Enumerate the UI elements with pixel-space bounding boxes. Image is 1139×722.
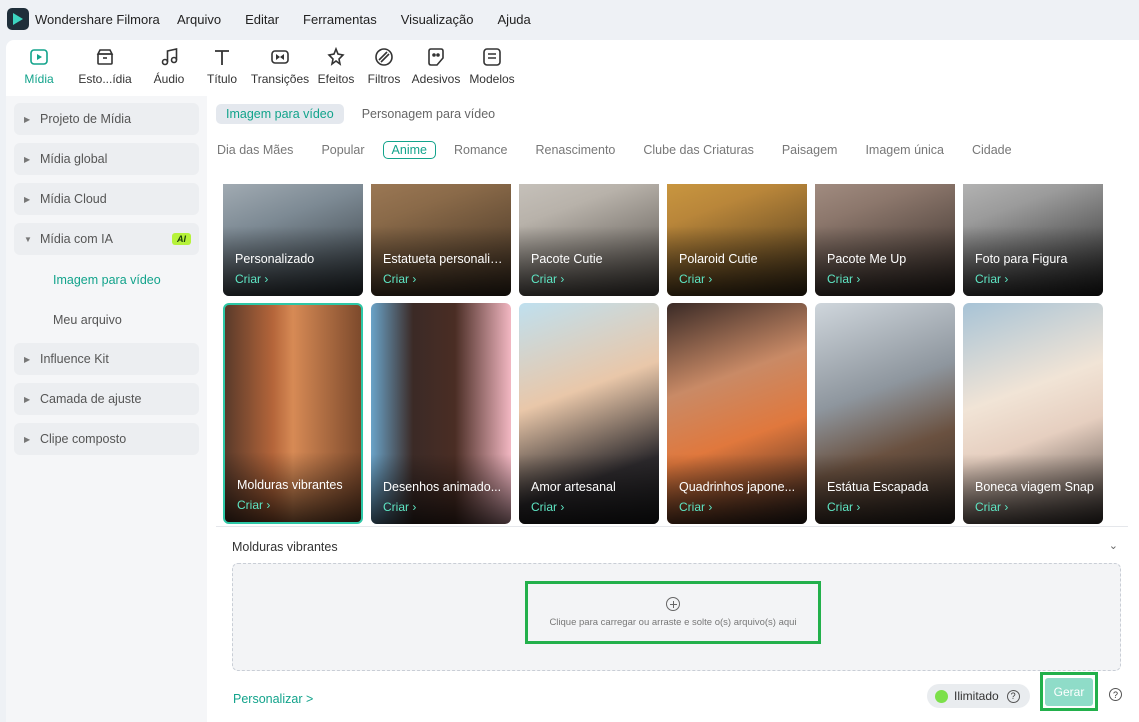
main-panel: Imagem para vídeo Personagem para vídeo …: [207, 96, 1139, 722]
chevron-right-icon: ▶: [24, 394, 31, 404]
tool-audio[interactable]: Áudio: [144, 40, 194, 96]
generation-panel: Molduras vibrantes ⌄ Clique para carrega…: [216, 526, 1128, 722]
template-grid: Personalizado Criar › Estatueta personal…: [223, 184, 1105, 524]
chevron-right-icon: ▶: [24, 434, 31, 444]
sidebar: ▶ Projeto de Mídia ▶ Mídia global ▶ Mídi…: [6, 96, 207, 722]
menu-editar[interactable]: Editar: [245, 12, 279, 27]
template-card-estatueta[interactable]: Estatueta personaliz... Criar ›: [371, 184, 511, 296]
template-card-boneca-viagem-snap[interactable]: Boneca viagem Snap Criar ›: [963, 303, 1103, 524]
template-card-estatua-escapada[interactable]: Estátua Escapada Criar ›: [815, 303, 955, 524]
tool-filters[interactable]: Filtros: [362, 40, 406, 96]
templates-icon: [481, 46, 503, 68]
tab-imagem-para-video[interactable]: Imagem para vídeo: [216, 104, 344, 124]
category-paisagem[interactable]: Paisagem: [782, 143, 838, 157]
filmora-logo-icon: [7, 8, 29, 30]
text-t-icon: [211, 46, 233, 68]
sidebar-item-clipe-composto[interactable]: ▶ Clipe composto: [14, 423, 199, 455]
music-note-icon: [158, 46, 180, 68]
template-card-polaroid-cutie[interactable]: Polaroid Cutie Criar ›: [667, 184, 807, 296]
sidebar-item-camada-de-ajuste[interactable]: ▶ Camada de ajuste: [14, 383, 199, 415]
template-card-personalizado[interactable]: Personalizado Criar ›: [223, 184, 363, 296]
template-card-pacote-cutie[interactable]: Pacote Cutie Criar ›: [519, 184, 659, 296]
sidebar-subitem-imagem-para-video[interactable]: Imagem para vídeo: [53, 273, 161, 287]
tab-personagem-para-video[interactable]: Personagem para vídeo: [352, 104, 505, 124]
chevron-down-icon[interactable]: ⌄: [1109, 539, 1118, 552]
category-anime[interactable]: Anime: [382, 141, 436, 159]
sidebar-item-midia-com-ia[interactable]: ▼ Mídia com IA AI: [14, 223, 199, 255]
category-popular[interactable]: Popular: [321, 143, 364, 157]
chevron-right-icon: ▶: [24, 154, 31, 164]
ai-badge: AI: [172, 233, 191, 245]
tool-stock-media[interactable]: Esto...ídia: [70, 40, 140, 96]
template-card-amor-artesanal[interactable]: Amor artesanal Criar ›: [519, 303, 659, 524]
template-card-quadrinhos-japoneses[interactable]: Quadrinhos japone... Criar ›: [667, 303, 807, 524]
menu-bar: Arquivo Editar Ferramentas Visualização …: [177, 12, 555, 27]
tool-effects[interactable]: Efeitos: [314, 40, 358, 96]
stock-media-icon: [94, 46, 116, 68]
help-icon[interactable]: ?: [1109, 688, 1122, 701]
effects-icon: [325, 46, 347, 68]
chevron-right-icon: ▶: [24, 194, 31, 204]
menu-ferramentas[interactable]: Ferramentas: [303, 12, 377, 27]
category-bar: Dia das Mães Popular Anime Romance Renas…: [217, 141, 1040, 159]
filters-icon: [373, 46, 395, 68]
transitions-icon: [269, 46, 291, 68]
credit-badge[interactable]: Ilimitado ?: [927, 684, 1030, 708]
upload-hint: Clique para carregar ou arraste e solte …: [549, 617, 797, 628]
question-icon[interactable]: ?: [1006, 689, 1020, 703]
stickers-icon: [425, 46, 447, 68]
category-clube-das-criaturas[interactable]: Clube das Criaturas: [643, 143, 753, 157]
menu-visualizacao[interactable]: Visualização: [401, 12, 474, 27]
upload-area[interactable]: Clique para carregar ou arraste e solte …: [525, 581, 821, 644]
sidebar-item-midia-global[interactable]: ▶ Mídia global: [14, 143, 199, 175]
category-dia-das-maes[interactable]: Dia das Mães: [217, 143, 293, 157]
mode-tabs: Imagem para vídeo Personagem para vídeo: [216, 104, 505, 124]
tool-transitions[interactable]: Transições: [250, 40, 310, 96]
template-card-molduras-vibrantes[interactable]: Molduras vibrantes Criar ›: [223, 303, 363, 524]
menu-arquivo[interactable]: Arquivo: [177, 12, 221, 27]
sidebar-subitem-meu-arquivo[interactable]: Meu arquivo: [53, 313, 122, 327]
chevron-down-icon: ▼: [24, 234, 32, 244]
title-bar: Wondershare Filmora Arquivo Editar Ferra…: [0, 0, 1139, 38]
tool-title[interactable]: Título: [198, 40, 246, 96]
plus-circle-icon: [666, 597, 680, 611]
upload-dropzone[interactable]: Clique para carregar ou arraste e solte …: [232, 563, 1121, 671]
chevron-right-icon: ▶: [24, 354, 31, 364]
sidebar-item-influence-kit[interactable]: ▶ Influence Kit: [14, 343, 199, 375]
template-card-pacote-me-up[interactable]: Pacote Me Up Criar ›: [815, 184, 955, 296]
app-title: Wondershare Filmora: [35, 11, 160, 27]
category-cidade[interactable]: Cidade: [972, 143, 1012, 157]
panel-title: Molduras vibrantes: [232, 540, 338, 554]
category-imagem-unica[interactable]: Imagem única: [865, 143, 944, 157]
main-toolbar: Mídia Esto...ídia Áudio Título Transiçõe…: [6, 40, 1139, 96]
generate-highlight: Gerar: [1040, 672, 1098, 711]
sidebar-item-midia-cloud[interactable]: ▶ Mídia Cloud: [14, 183, 199, 215]
tool-stickers[interactable]: Adesivos: [410, 40, 462, 96]
template-card-foto-para-figura[interactable]: Foto para Figura Criar ›: [963, 184, 1103, 296]
category-renascimento[interactable]: Renascimento: [535, 143, 615, 157]
sparkle-icon: [935, 689, 948, 703]
tool-templates[interactable]: Modelos: [466, 40, 518, 96]
generate-button[interactable]: Gerar: [1045, 678, 1093, 706]
category-romance[interactable]: Romance: [454, 143, 508, 157]
personalize-link[interactable]: Personalizar >: [233, 692, 313, 706]
menu-ajuda[interactable]: Ajuda: [498, 12, 531, 27]
tool-media[interactable]: Mídia: [12, 40, 66, 96]
media-icon: [28, 46, 50, 68]
chevron-right-icon: ▶: [24, 114, 31, 124]
sidebar-item-projeto-de-midia[interactable]: ▶ Projeto de Mídia: [14, 103, 199, 135]
template-card-desenhos-animados[interactable]: Desenhos animado... Criar ›: [371, 303, 511, 524]
